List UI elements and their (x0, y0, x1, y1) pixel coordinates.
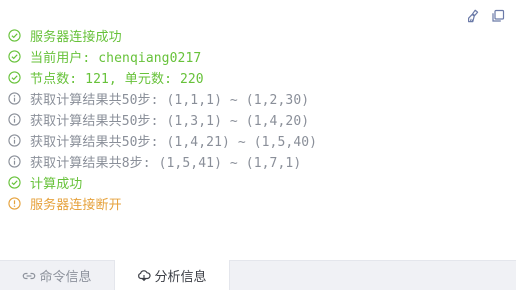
bottom-tab-bar: 命令信息 分析信息 (0, 260, 516, 290)
check-circle-icon (8, 71, 21, 84)
copy-button[interactable] (490, 8, 506, 24)
clear-button[interactable] (466, 8, 482, 24)
log-entry: 获取计算结果共50步: (1,1,1) ~ (1,2,30) (8, 88, 508, 109)
panel-toolbar (466, 8, 506, 24)
info-circle-icon (8, 113, 21, 126)
tab-label: 命令信息 (39, 270, 92, 285)
tab-label: 分析信息 (154, 269, 207, 285)
log-text: 当前用户: chenqiang0217 (30, 51, 202, 66)
log-text: 节点数: 121, 单元数: 220 (30, 72, 204, 87)
log-entry: 获取计算结果共50步: (1,4,21) ~ (1,5,40) (8, 130, 508, 151)
tab-analysis-info[interactable]: 分析信息 (114, 260, 230, 290)
log-text: 获取计算结果共8步: (1,5,41) ~ (1,7,1) (30, 156, 302, 171)
log-text: 服务器连接成功 (30, 30, 122, 45)
log-entry: 获取计算结果共50步: (1,3,1) ~ (1,4,20) (8, 109, 508, 130)
check-circle-icon (8, 29, 21, 42)
log-text: 获取计算结果共50步: (1,4,21) ~ (1,5,40) (30, 135, 318, 150)
log-text: 计算成功 (30, 177, 83, 192)
log-entry: 计算成功 (8, 172, 508, 193)
message-panel: 服务器连接成功 当前用户: chenqiang0217 节点数: 121, 单元… (0, 0, 516, 290)
check-circle-icon (8, 50, 21, 63)
log-list: 服务器连接成功 当前用户: chenqiang0217 节点数: 121, 单元… (8, 25, 508, 214)
log-text: 获取计算结果共50步: (1,3,1) ~ (1,4,20) (30, 114, 310, 129)
log-entry: 节点数: 121, 单元数: 220 (8, 67, 508, 88)
cloud-icon (138, 270, 152, 282)
log-entry: 当前用户: chenqiang0217 (8, 46, 508, 67)
info-circle-icon (8, 134, 21, 147)
copy-icon (492, 9, 505, 22)
log-entry: 服务器连接成功 (8, 25, 508, 46)
tab-command-info[interactable]: 命令信息 (0, 261, 114, 290)
link-icon (23, 272, 36, 279)
info-circle-icon (8, 155, 21, 168)
info-circle-icon (8, 92, 21, 105)
log-entry: 服务器连接断开 (8, 193, 508, 214)
warning-circle-icon (8, 197, 21, 210)
log-text: 获取计算结果共50步: (1,1,1) ~ (1,2,30) (30, 93, 310, 108)
brush-icon (468, 9, 479, 23)
check-circle-icon (8, 176, 21, 189)
log-text: 服务器连接断开 (30, 198, 122, 213)
log-entry: 获取计算结果共8步: (1,5,41) ~ (1,7,1) (8, 151, 508, 172)
